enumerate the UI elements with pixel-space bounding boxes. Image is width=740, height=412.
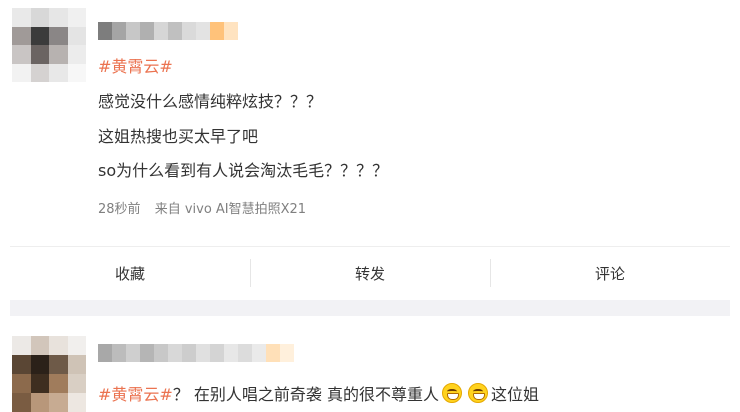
post-2-text: ？ 在别人唱之前奇袭 真的很不尊重人 (172, 385, 440, 404)
username[interactable] (98, 344, 294, 362)
username[interactable] (98, 22, 238, 40)
post-2-text-line: #黄霄云#？ 在别人唱之前奇袭 真的很不尊重人 这位姐 (98, 383, 539, 406)
post-2-text-tail: 这位姐 (491, 385, 540, 404)
favorite-button[interactable]: 收藏 (10, 247, 250, 299)
grinning-face-emoji-icon (468, 383, 489, 403)
post-1-text-line-1: 感觉没什么感情纯粹炫技？？？ (98, 92, 323, 111)
avatar[interactable] (12, 8, 86, 82)
post-time[interactable]: 28秒前 (98, 202, 141, 217)
post-1-text-line-2: 这姐热搜也买太早了吧 (98, 127, 259, 146)
post-divider (10, 300, 730, 316)
post-1-text-line-3: so为什么看到有人说会淘汰毛毛？？？？ (98, 161, 389, 180)
grinning-face-emoji-icon (442, 383, 463, 403)
post-source: 来自 vivo AI智慧拍照X21 (154, 202, 307, 217)
action-bar: 收藏 转发 评论 (10, 246, 730, 299)
comment-button[interactable]: 评论 (490, 247, 730, 299)
avatar[interactable] (12, 336, 86, 412)
post-1-topic-line: #黄霄云# (98, 56, 173, 78)
topic-link[interactable]: #黄霄云# (98, 385, 173, 404)
post-1-meta: 28秒前 来自 vivo AI智慧拍照X21 (98, 198, 306, 217)
repost-button[interactable]: 转发 (250, 247, 490, 299)
topic-link[interactable]: #黄霄云# (98, 57, 173, 76)
